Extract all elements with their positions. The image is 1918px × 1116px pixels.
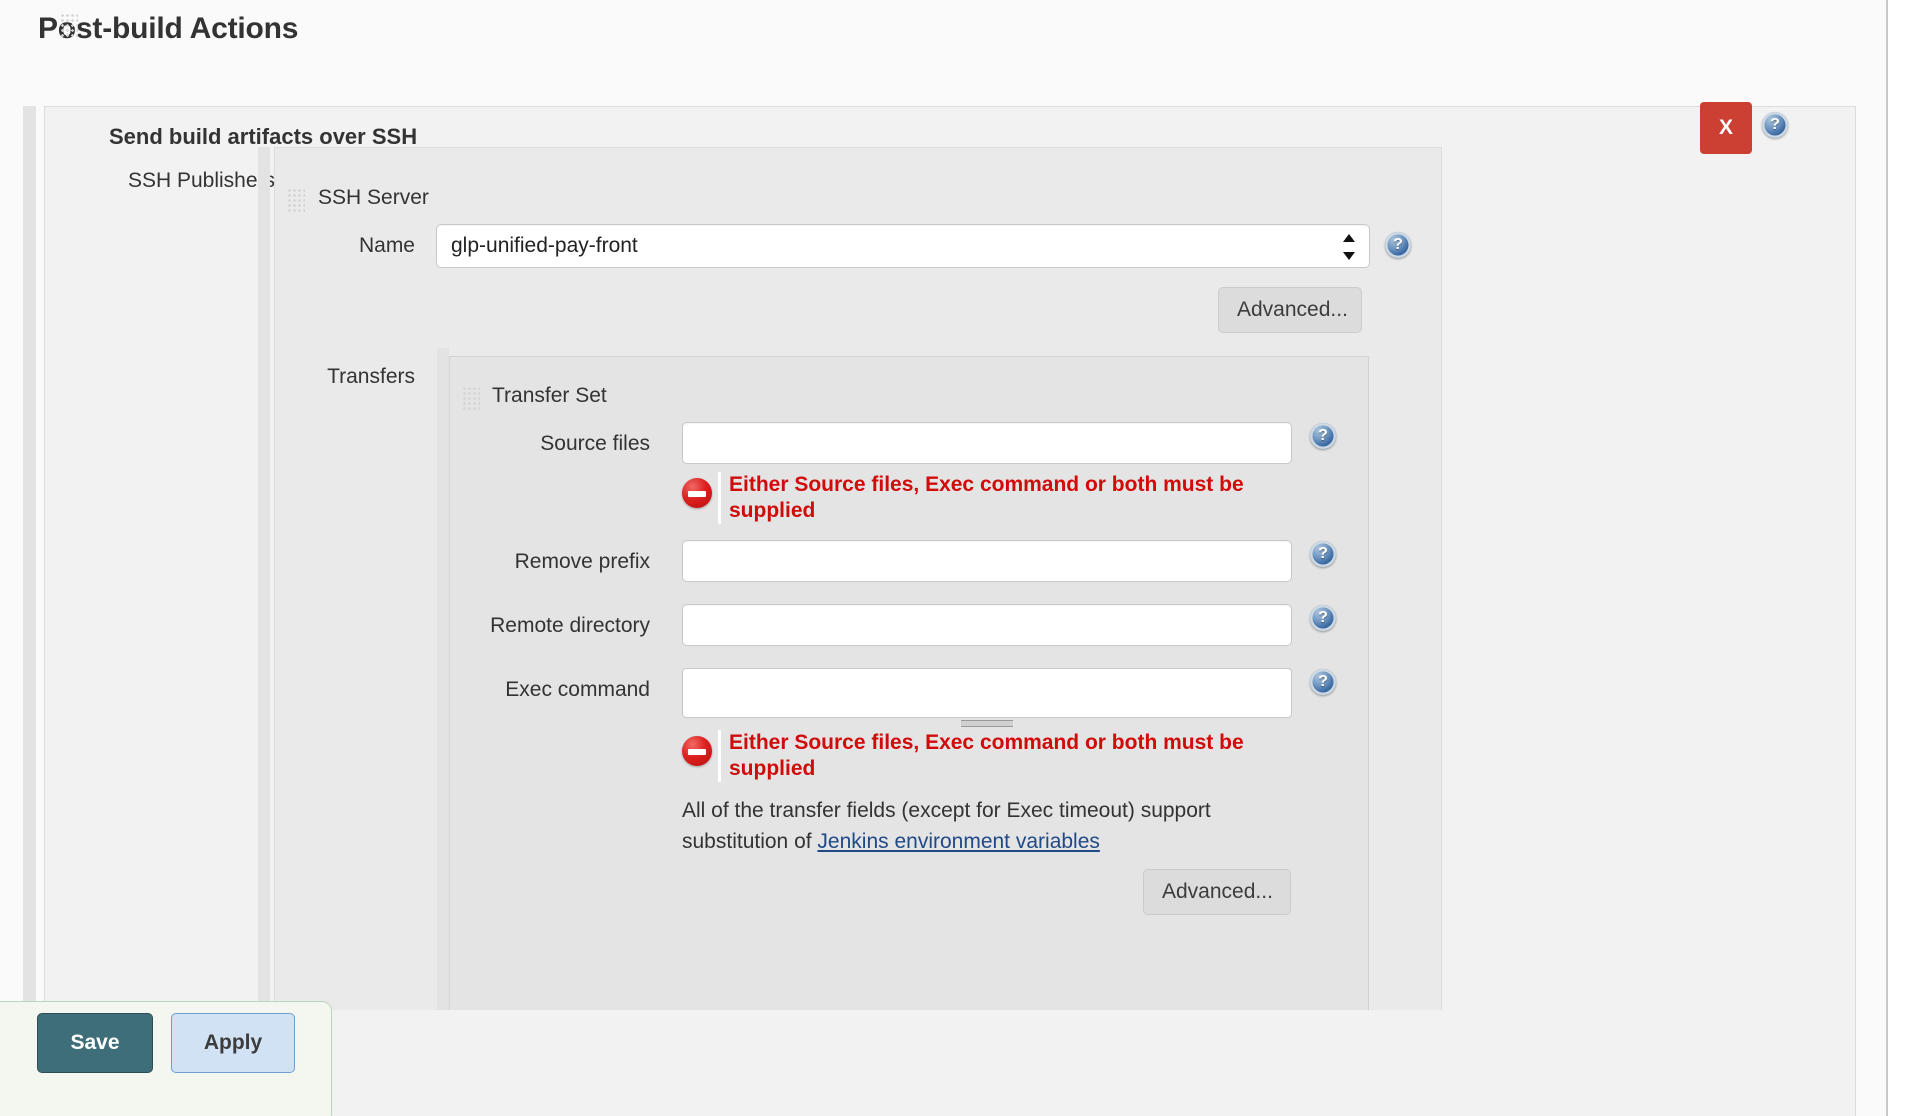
right-scroll-gutter: [1888, 0, 1918, 1116]
source-files-label: Source files: [540, 432, 650, 455]
help-icon-ssh-server-name[interactable]: [1385, 232, 1411, 258]
error-icon: [682, 736, 712, 766]
ssh-server-name-label: Name: [358, 234, 415, 257]
help-icon-block[interactable]: [1762, 112, 1788, 138]
ssh-server-name-select[interactable]: glp-unified-pay-front: [436, 224, 1370, 268]
transfer-set-title: Transfer Set: [492, 384, 607, 407]
exec-command-label: Exec command: [505, 678, 650, 701]
ssh-publishers-label: SSH Publishers: [127, 169, 275, 192]
drag-handle-icon-block[interactable]: [60, 13, 78, 37]
remote-directory-input[interactable]: [682, 604, 1292, 646]
help-icon-remove-prefix[interactable]: [1310, 541, 1336, 567]
help-icon-exec-command[interactable]: [1310, 669, 1336, 695]
remote-directory-label: Remote directory: [490, 614, 650, 637]
exec-command-resize-handle[interactable]: [682, 719, 1292, 727]
ssh-server-title: SSH Server: [318, 186, 429, 209]
delete-block-button[interactable]: X: [1700, 102, 1752, 154]
drag-handle-icon-ssh-server[interactable]: [287, 188, 305, 212]
post-build-actions-page: Post-build Actions Send build artifacts …: [0, 0, 1918, 1116]
advanced-button-server[interactable]: Advanced...: [1218, 287, 1362, 333]
jenkins-env-vars-link[interactable]: Jenkins environment variables: [817, 830, 1099, 853]
drag-handle-icon-transfer-set[interactable]: [462, 386, 480, 410]
error-text: Either Source files, Exec command or bot…: [718, 730, 1318, 782]
transfers-label: Transfers: [327, 365, 415, 388]
exec-command-textarea[interactable]: [682, 668, 1292, 718]
source-files-input[interactable]: [682, 422, 1292, 464]
error-text: Either Source files, Exec command or bot…: [718, 472, 1318, 524]
column-separator-publishers: [258, 147, 270, 1010]
ssh-server-name-value: glp-unified-pay-front: [451, 234, 638, 257]
remove-prefix-label: Remove prefix: [514, 550, 650, 573]
apply-button[interactable]: Apply: [171, 1013, 295, 1073]
help-icon-source-files[interactable]: [1310, 423, 1336, 449]
error-icon: [682, 478, 712, 508]
transfer-fields-note: All of the transfer fields (except for E…: [682, 795, 1282, 857]
help-icon-remote-directory[interactable]: [1310, 605, 1336, 631]
spinner-icon[interactable]: [1341, 232, 1357, 262]
advanced-button-transfer[interactable]: Advanced...: [1143, 869, 1291, 915]
remove-prefix-input[interactable]: [682, 540, 1292, 582]
left-gutter-rail: [23, 106, 36, 1116]
right-gutter-line: [1886, 0, 1888, 1116]
save-button[interactable]: Save: [37, 1013, 153, 1073]
